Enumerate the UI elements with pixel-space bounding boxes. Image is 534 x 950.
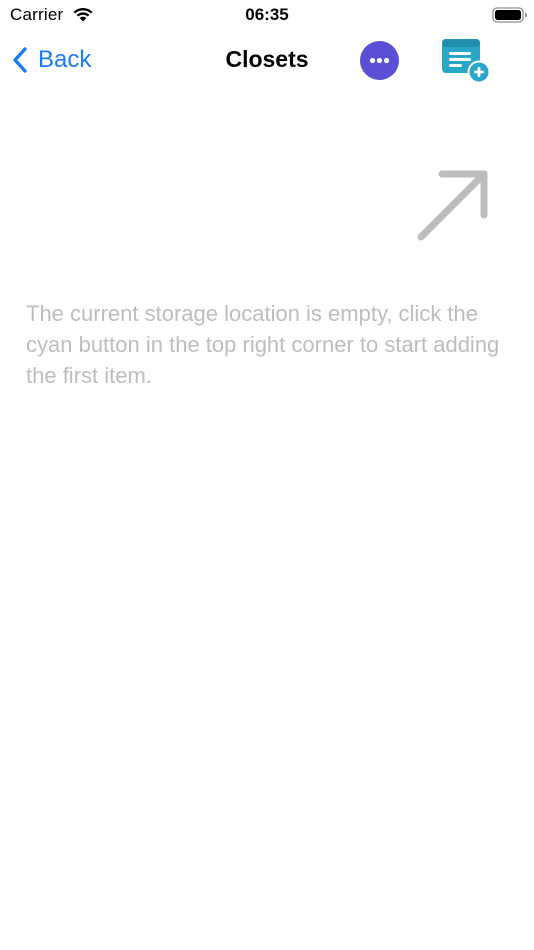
arrow-up-right-icon — [417, 170, 488, 241]
navigation-bar: Back Closets — [0, 30, 534, 92]
more-options-button[interactable] — [360, 41, 399, 80]
status-bar: Carrier 06:35 — [0, 0, 534, 30]
add-item-button[interactable] — [440, 36, 492, 86]
status-time: 06:35 — [245, 5, 289, 24]
empty-state-message: The current storage location is empty, c… — [26, 301, 500, 388]
ellipsis-icon — [369, 57, 390, 64]
battery-icon — [492, 7, 527, 23]
add-list-icon — [442, 39, 491, 84]
